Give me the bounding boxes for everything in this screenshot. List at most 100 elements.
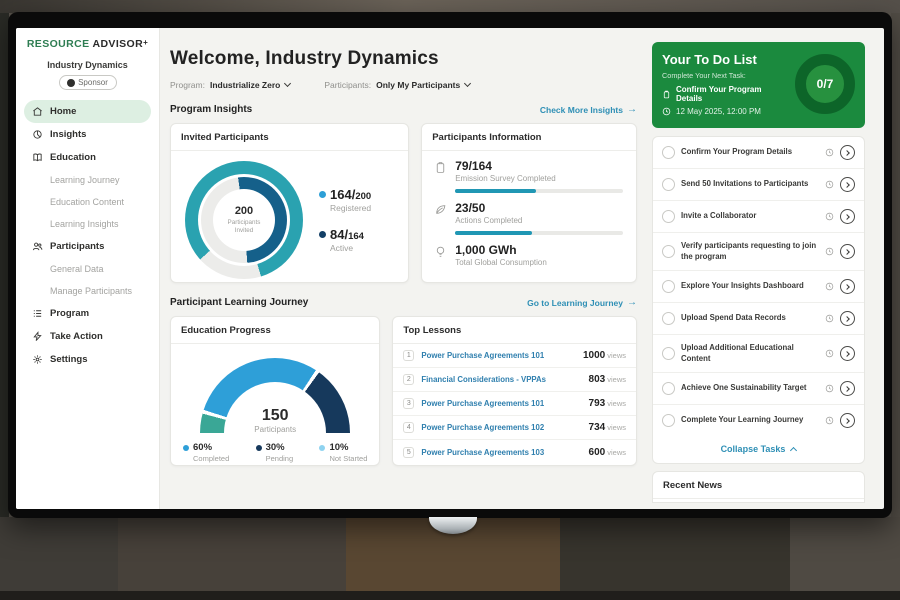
- progress-track: [455, 189, 623, 193]
- clock-icon: [825, 212, 834, 221]
- task-label: Send 50 Invitations to Participants: [681, 179, 819, 190]
- background-wall-right: [891, 13, 900, 518]
- todo-due-date: 12 May 2025, 12:00 PM: [676, 107, 761, 116]
- lesson-title-link[interactable]: Power Purchase Agreements 103: [421, 448, 581, 457]
- sidebar-item-program[interactable]: Program: [24, 302, 151, 325]
- dashboard-screen: RESOURCE ADVISOR+ Industry Dynamics Spon…: [16, 28, 884, 509]
- sidebar-item-settings[interactable]: Settings: [24, 348, 151, 371]
- monitor-bezel: RESOURCE ADVISOR+ Industry Dynamics Spon…: [8, 12, 892, 518]
- chevron-down-icon: [464, 80, 471, 87]
- sidebar-item-label: Home: [50, 106, 76, 117]
- go-to-learning-journey-link[interactable]: Go to Learning Journey →: [527, 297, 637, 308]
- sidebar-item-general-data[interactable]: General Data: [24, 258, 151, 280]
- lesson-views-label: views: [607, 448, 626, 457]
- task-row[interactable]: Invite a Collaborator: [653, 200, 864, 232]
- donut-center-value: 200: [235, 205, 253, 217]
- task-row[interactable]: Complete Your Learning Journey: [653, 404, 864, 436]
- task-checkbox[interactable]: [662, 382, 675, 395]
- sidebar-program-name: Industry Dynamics: [24, 60, 151, 70]
- sidebar-item-insights[interactable]: Insights: [24, 123, 151, 146]
- top-lessons-card: Top Lessons 1 Power Purchase Agreements …: [392, 316, 637, 466]
- task-label: Confirm Your Program Details: [681, 147, 819, 158]
- task-chevron-button[interactable]: [840, 381, 855, 396]
- sidebar-item-label: Program: [50, 308, 89, 319]
- filter-bar: Program: Industrialize Zero Participants…: [170, 80, 637, 90]
- lesson-title-link[interactable]: Power Purchase Agreements 102: [421, 423, 581, 432]
- consumption-stat: 1,000 GWh Total Global Consumption: [422, 235, 636, 267]
- check-more-insights-link[interactable]: Check More Insights →: [540, 104, 637, 115]
- task-chevron-button[interactable]: [840, 244, 855, 259]
- legend-label: Completed: [193, 454, 229, 463]
- task-row[interactable]: Achieve One Sustainability Target: [653, 372, 864, 404]
- task-chevron-button[interactable]: [840, 177, 855, 192]
- lesson-rank: 1: [403, 350, 414, 361]
- sidebar-item-learning-insights[interactable]: Learning Insights: [24, 213, 151, 235]
- logo-resource: RESOURCE: [27, 38, 90, 50]
- task-checkbox[interactable]: [662, 347, 675, 360]
- recent-news-card: Recent News: [652, 471, 865, 503]
- task-row[interactable]: Explore Your Insights Dashboard: [653, 270, 864, 302]
- lesson-views-label: views: [607, 399, 626, 408]
- task-chevron-button[interactable]: [840, 145, 855, 160]
- participants-dropdown[interactable]: Participants: Only My Participants: [324, 80, 470, 90]
- task-label: Achieve One Sustainability Target: [681, 383, 819, 394]
- arrow-right-icon: →: [627, 104, 637, 115]
- task-checkbox[interactable]: [662, 210, 675, 223]
- task-checkbox[interactable]: [662, 414, 675, 427]
- program-dropdown-label: Program:: [170, 80, 205, 90]
- sidebar-item-manage-participants[interactable]: Manage Participants: [24, 280, 151, 302]
- lesson-title-link[interactable]: Financial Considerations - VPPAs: [421, 375, 581, 384]
- legend-label: Registered: [330, 203, 371, 213]
- task-chevron-button[interactable]: [840, 209, 855, 224]
- task-checkbox[interactable]: [662, 146, 675, 159]
- sidebar-item-label: Education: [50, 152, 96, 163]
- stat-value: 23/50: [455, 201, 624, 215]
- task-label: Upload Spend Data Records: [681, 313, 819, 324]
- collapse-tasks-link[interactable]: Collapse Tasks: [653, 436, 864, 463]
- task-row[interactable]: Upload Additional Educational Content: [653, 334, 864, 372]
- sidebar: RESOURCE ADVISOR+ Industry Dynamics Spon…: [16, 28, 160, 509]
- task-checkbox[interactable]: [662, 280, 675, 293]
- program-dropdown-value: Industrialize Zero: [210, 80, 280, 90]
- action-icon: [32, 331, 43, 342]
- lesson-rank: 2: [403, 374, 414, 385]
- lesson-title-link[interactable]: Power Purchase Agreements 101: [421, 351, 576, 360]
- task-checkbox[interactable]: [662, 312, 675, 325]
- lesson-title-link[interactable]: Power Purchase Agreements 101: [421, 399, 581, 408]
- task-row[interactable]: Send 50 Invitations to Participants: [653, 168, 864, 200]
- sidebar-item-education[interactable]: Education: [24, 146, 151, 169]
- task-row[interactable]: Confirm Your Program Details: [653, 137, 864, 168]
- sidebar-item-take-action[interactable]: Take Action: [24, 325, 151, 348]
- clock-icon: [825, 180, 834, 189]
- sponsor-badge: Sponsor: [59, 75, 117, 90]
- task-chevron-button[interactable]: [840, 346, 855, 361]
- task-label: Explore Your Insights Dashboard: [681, 281, 819, 292]
- background-panel: [790, 517, 900, 600]
- arrow-right-icon: →: [627, 297, 637, 308]
- legend-not-started: 10% Not Started: [319, 442, 367, 463]
- task-chevron-button[interactable]: [840, 413, 855, 428]
- task-chevron-button[interactable]: [840, 311, 855, 326]
- lesson-row: 2 Financial Considerations - VPPAs 803vi…: [393, 368, 636, 392]
- sidebar-item-home[interactable]: Home: [24, 100, 151, 123]
- task-checkbox[interactable]: [662, 178, 675, 191]
- sidebar-item-participants[interactable]: Participants: [24, 235, 151, 258]
- actions-completed-stat: 23/50 Actions Completed: [422, 193, 636, 235]
- link-label: Check More Insights: [540, 105, 623, 115]
- task-checkbox[interactable]: [662, 245, 675, 258]
- learning-journey-title: Participant Learning Journey: [170, 297, 308, 308]
- clock-icon: [825, 247, 834, 256]
- task-chevron-button[interactable]: [840, 279, 855, 294]
- task-row[interactable]: Upload Spend Data Records: [653, 302, 864, 334]
- legend-total: 164: [348, 231, 364, 242]
- logo-advisor: ADVISOR: [92, 38, 143, 50]
- invited-donut-chart: 200 Participants Invited: [185, 161, 303, 279]
- sidebar-item-education-content[interactable]: Education Content: [24, 191, 151, 213]
- clock-icon: [825, 349, 834, 358]
- resource-advisor-logo: RESOURCE ADVISOR+: [24, 38, 151, 50]
- task-row[interactable]: Verify participants requesting to join t…: [653, 232, 864, 270]
- program-dropdown[interactable]: Program: Industrialize Zero: [170, 80, 290, 90]
- sidebar-item-learning-journey[interactable]: Learning Journey: [24, 169, 151, 191]
- chevron-down-icon: [284, 80, 291, 87]
- education-legend: 60% Completed 30% Pending 10% Not Starte…: [171, 434, 379, 463]
